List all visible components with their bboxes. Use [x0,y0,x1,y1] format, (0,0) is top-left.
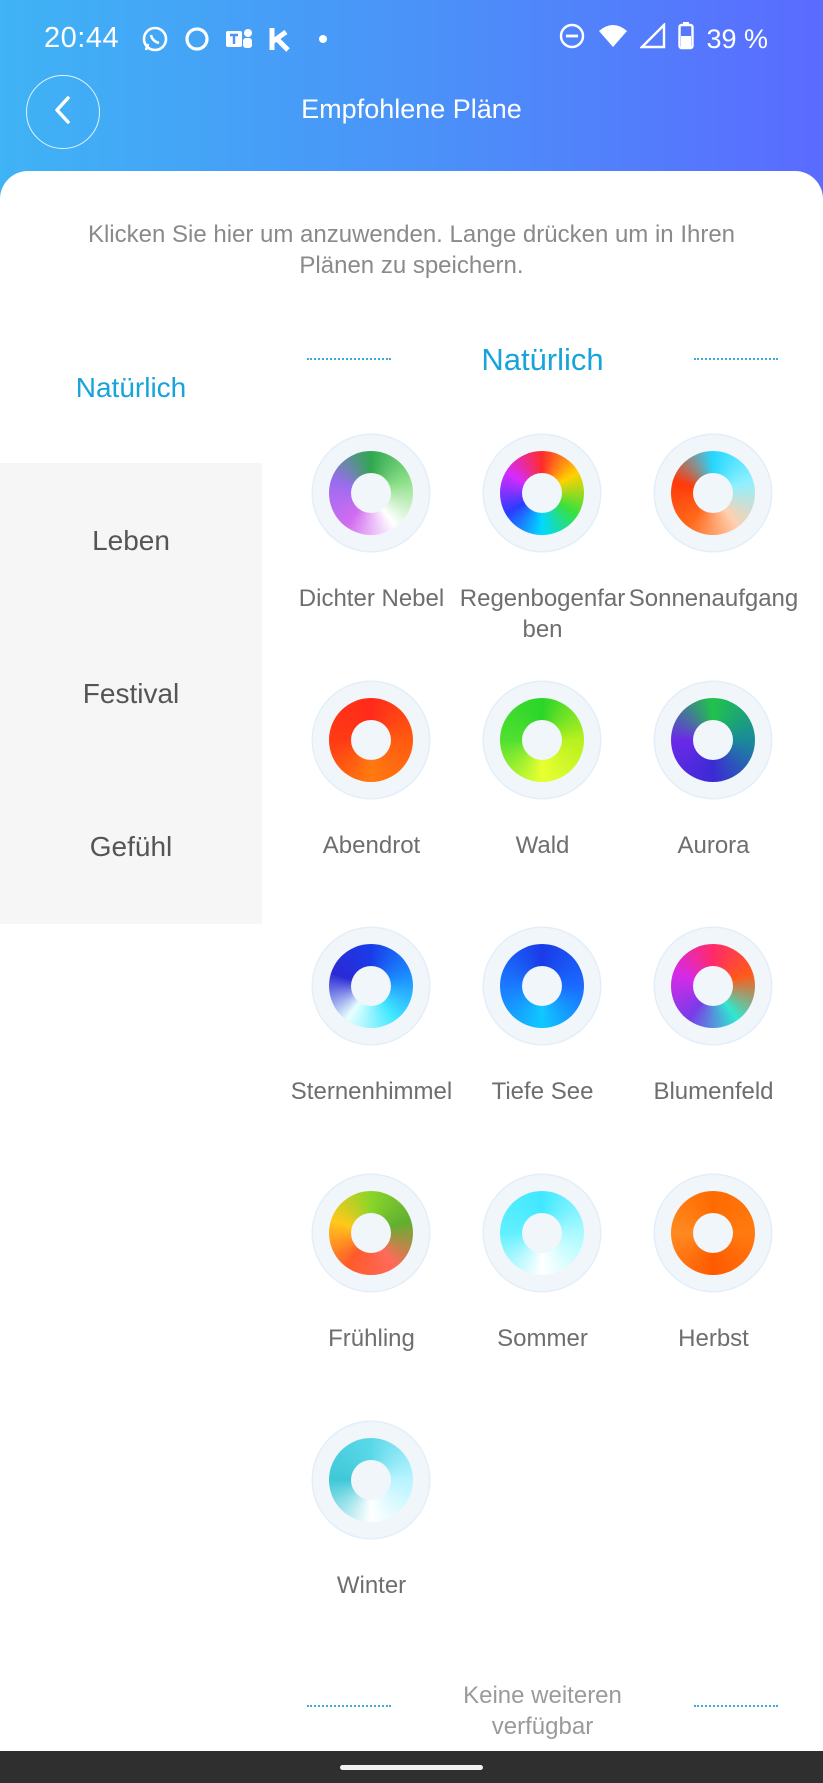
page-title: Empfohlene Pläne [301,94,522,124]
color-ring-icon [671,698,755,782]
circle-app-icon [182,24,212,54]
plan-label: Abendrot [322,832,421,859]
sidebar-item-festival[interactable]: Festival [0,617,262,771]
nav-row: Empfohlene Pläne [0,74,823,150]
plan-color-ring [484,435,600,551]
plan-item[interactable]: Herbst [628,1175,799,1421]
sidebar-item-leben[interactable]: Leben [0,464,262,618]
plan-label: Sonnenaufgang [628,585,799,612]
color-ring-icon [500,944,584,1028]
color-ring-icon [329,451,413,535]
dot-icon [308,24,338,54]
plan-color-ring [484,1175,600,1291]
plan-label: Regenbogenfarben [459,585,626,643]
plan-item[interactable]: Wald [457,682,628,928]
plan-item[interactable]: Sommer [457,1175,628,1421]
color-ring-icon [329,944,413,1028]
color-ring-icon [500,698,584,782]
color-ring-icon [671,451,755,535]
color-ring-icon [329,1191,413,1275]
section-title: Natürlich [481,342,604,377]
plan-item[interactable]: Aurora [628,682,799,928]
color-ring-icon [329,698,413,782]
sidebar-item-gefuehl[interactable]: Gefühl [0,770,262,924]
color-ring-icon [329,1438,413,1522]
plan-label: Herbst [678,1325,749,1352]
plan-color-ring [313,1422,429,1538]
color-ring-icon [671,944,755,1028]
k-app-icon [266,24,296,54]
plan-color-ring [484,682,600,798]
plan-item[interactable]: Regenbogenfarben [457,435,628,681]
plan-color-ring [655,682,771,798]
plan-label: Dichter Nebel [298,585,445,612]
divider-left [307,1705,391,1707]
plan-color-ring [484,928,600,1044]
system-navbar [0,1751,823,1783]
teams-icon [224,24,254,54]
plan-color-ring [655,435,771,551]
app-header: 20:44 39 % Empfohlene Pläne [0,0,823,200]
home-handle[interactable] [340,1765,483,1770]
plan-label: Aurora [677,832,750,859]
plan-item[interactable]: Sternenhimmel [286,928,457,1174]
sidebar-item-natuerlich[interactable]: Natürlich [0,311,262,465]
plan-color-ring [313,1175,429,1291]
system-status: 39 % [558,22,768,57]
divider-right [694,358,778,360]
usage-hint: Klicken Sie hier um anzuwenden. Lange dr… [87,221,736,279]
end-of-list-text: Keine weiteren verfügbar [463,1682,622,1740]
plan-item[interactable]: Abendrot [286,682,457,928]
plan-color-ring [655,928,771,1044]
status-time: 20:44 [44,22,120,54]
section-header: Natürlich [262,336,823,386]
color-ring-icon [500,451,584,535]
status-bar: 20:44 39 % [0,0,823,84]
plan-item[interactable]: Tiefe See [457,928,628,1174]
plan-item[interactable]: Winter [286,1422,457,1668]
plan-color-ring [313,682,429,798]
plan-item[interactable]: Blumenfeld [628,928,799,1174]
plan-color-ring [313,435,429,551]
color-ring-icon [500,1191,584,1275]
plan-label: Frühling [328,1325,415,1352]
plan-label: Winter [336,1572,407,1599]
plan-label: Tiefe See [491,1078,594,1105]
signal-icon [639,22,666,56]
wifi-icon [598,23,628,56]
battery-percent: 39 % [706,24,768,54]
plan-item[interactable]: Frühling [286,1175,457,1421]
plan-label: Sommer [497,1325,588,1352]
divider-right [694,1705,778,1707]
plan-label: Blumenfeld [653,1078,774,1105]
color-ring-icon [671,1191,755,1275]
plan-item[interactable]: Dichter Nebel [286,435,457,681]
battery-icon [678,22,695,57]
content-card: Klicken Sie hier um anzuwenden. Lange dr… [0,171,823,1751]
plan-item[interactable]: Sonnenaufgang [628,435,799,681]
whatsapp-icon [140,24,170,54]
plan-label: Sternenhimmel [290,1078,453,1105]
plan-label: Wald [515,832,570,859]
plan-color-ring [313,928,429,1044]
dnd-icon [558,22,586,57]
notification-icons [140,24,338,54]
plan-color-ring [655,1175,771,1291]
